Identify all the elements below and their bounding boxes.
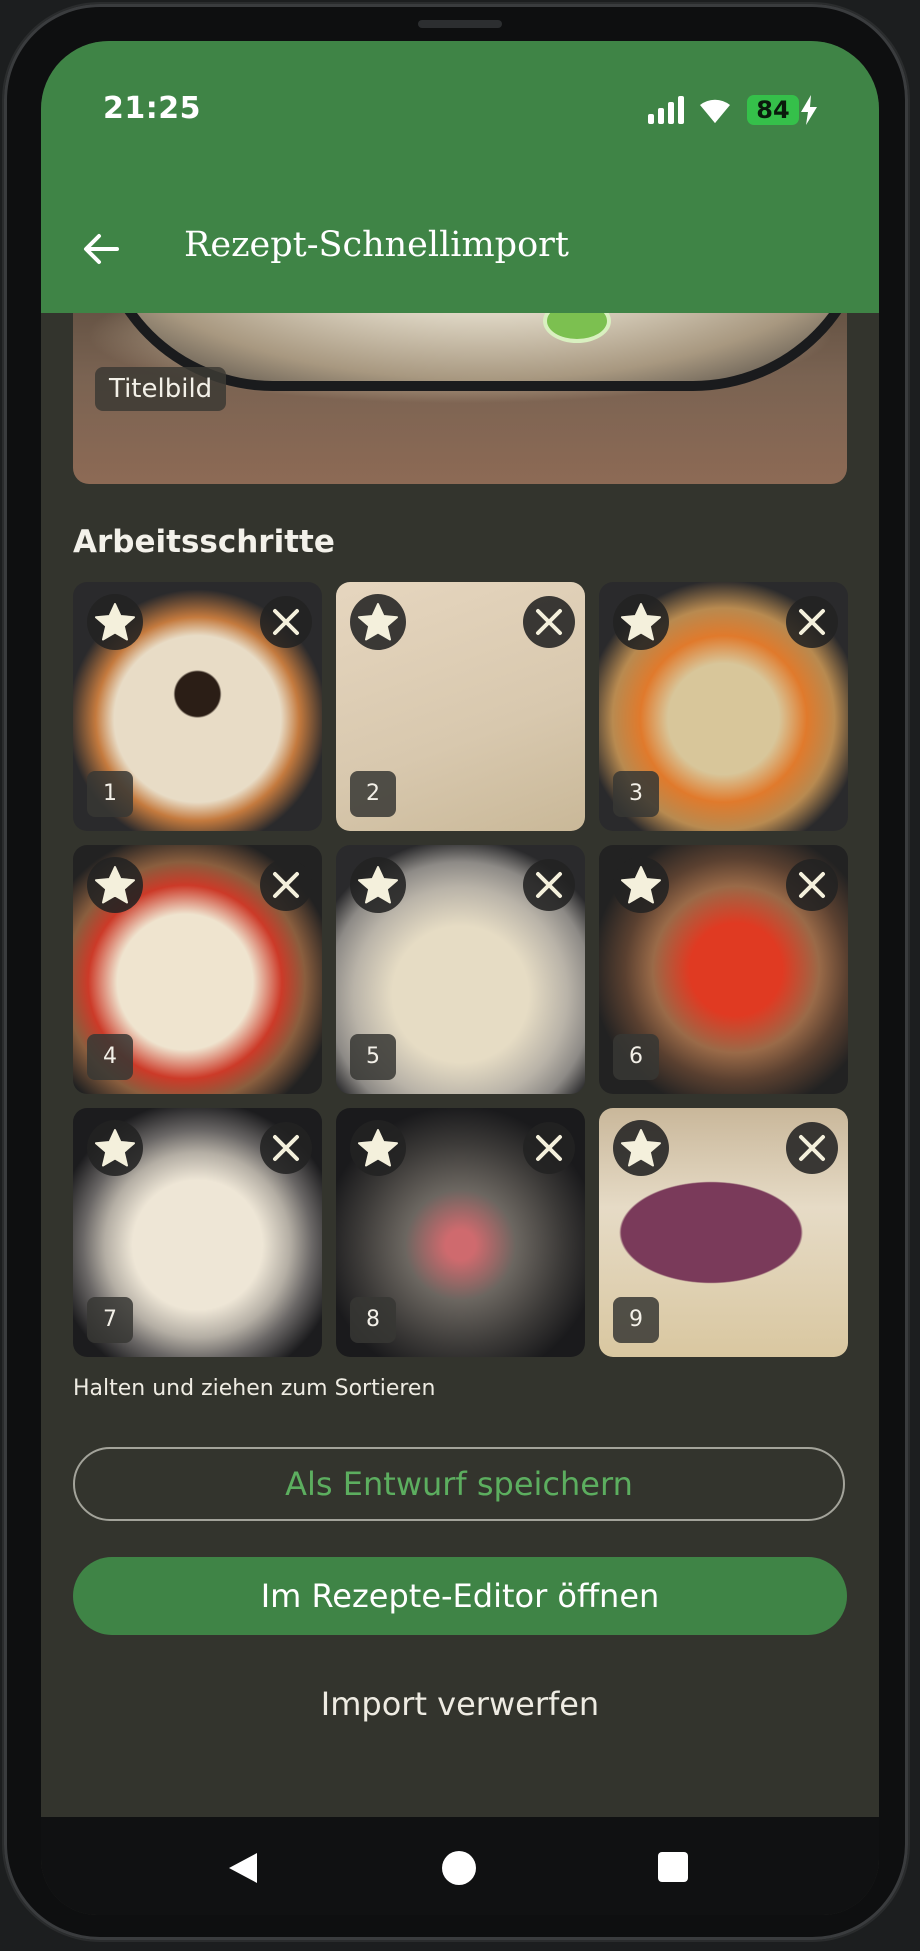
star-icon xyxy=(621,1129,661,1167)
remove-photo-button[interactable] xyxy=(786,1122,838,1174)
step-number-badge: 3 xyxy=(613,771,659,817)
set-cover-star-button[interactable] xyxy=(87,1120,143,1176)
nav-home-icon[interactable] xyxy=(442,1851,476,1885)
step-photo-tile[interactable]: 3 xyxy=(599,582,848,831)
step-number-badge: 1 xyxy=(87,771,133,817)
remove-photo-button[interactable] xyxy=(523,859,575,911)
star-icon xyxy=(95,866,135,904)
step-photo-tile[interactable]: 8 xyxy=(336,1108,585,1357)
set-cover-star-button[interactable] xyxy=(87,594,143,650)
step-photo-tile[interactable]: 2 xyxy=(336,582,585,831)
close-icon xyxy=(799,872,825,898)
phone-screen: Titelbild 21:25 84 Rezept-Schnellimport … xyxy=(41,41,879,1915)
set-cover-star-button[interactable] xyxy=(350,1120,406,1176)
step-photo-tile[interactable]: 4 xyxy=(73,845,322,1094)
star-icon xyxy=(621,866,661,904)
close-icon xyxy=(536,609,562,635)
set-cover-star-button[interactable] xyxy=(350,857,406,913)
remove-photo-button[interactable] xyxy=(786,596,838,648)
page-title: Rezept-Schnellimport xyxy=(184,225,569,265)
open-editor-button[interactable]: Im Rezepte-Editor öffnen xyxy=(73,1557,847,1635)
set-cover-star-button[interactable] xyxy=(87,857,143,913)
step-number-badge: 4 xyxy=(87,1034,133,1080)
star-icon xyxy=(358,603,398,641)
close-icon xyxy=(536,1135,562,1161)
charging-bolt-icon xyxy=(801,95,817,125)
step-photo-tile[interactable]: 7 xyxy=(73,1108,322,1357)
star-icon xyxy=(95,1129,135,1167)
step-number-badge: 7 xyxy=(87,1297,133,1343)
step-photo-tile[interactable]: 9 xyxy=(599,1108,848,1357)
step-number-badge: 8 xyxy=(350,1297,396,1343)
close-icon xyxy=(273,609,299,635)
arrow-left-icon xyxy=(84,234,119,264)
back-button[interactable] xyxy=(71,219,131,279)
close-icon xyxy=(536,872,562,898)
steps-heading: Arbeitsschritte xyxy=(73,524,335,560)
discard-import-button[interactable]: Import verwerfen xyxy=(73,1667,847,1741)
set-cover-star-button[interactable] xyxy=(613,1120,669,1176)
nav-back-icon[interactable] xyxy=(227,1851,259,1885)
wifi-icon xyxy=(700,99,730,123)
battery-icon: 84 xyxy=(747,95,799,125)
remove-photo-button[interactable] xyxy=(523,596,575,648)
step-number-badge: 2 xyxy=(350,771,396,817)
remove-photo-button[interactable] xyxy=(260,596,312,648)
step-number-badge: 9 xyxy=(613,1297,659,1343)
close-icon xyxy=(799,609,825,635)
step-number-badge: 6 xyxy=(613,1034,659,1080)
cover-image-label: Titelbild xyxy=(95,367,227,411)
star-icon xyxy=(621,603,661,641)
phone-speaker xyxy=(418,20,502,28)
signal-icon xyxy=(648,96,686,124)
star-icon xyxy=(358,1129,398,1167)
star-icon xyxy=(358,866,398,904)
set-cover-star-button[interactable] xyxy=(613,594,669,650)
close-icon xyxy=(273,872,299,898)
remove-photo-button[interactable] xyxy=(260,859,312,911)
star-icon xyxy=(95,603,135,641)
sort-hint: Halten und ziehen zum Sortieren xyxy=(73,1376,436,1401)
remove-photo-button[interactable] xyxy=(260,1122,312,1174)
nav-recents-icon[interactable] xyxy=(658,1852,688,1882)
close-icon xyxy=(799,1135,825,1161)
remove-photo-button[interactable] xyxy=(786,859,838,911)
status-time: 21:25 xyxy=(103,91,201,126)
app-bar: 21:25 84 Rezept-Schnellimport xyxy=(41,41,879,313)
step-photo-grid: 1 2 3 4 5 6 7 8 9 xyxy=(73,582,848,1357)
system-nav-bar xyxy=(41,1817,879,1915)
step-photo-tile[interactable]: 6 xyxy=(599,845,848,1094)
remove-photo-button[interactable] xyxy=(523,1122,575,1174)
set-cover-star-button[interactable] xyxy=(350,594,406,650)
step-number-badge: 5 xyxy=(350,1034,396,1080)
step-photo-tile[interactable]: 5 xyxy=(336,845,585,1094)
step-photo-tile[interactable]: 1 xyxy=(73,582,322,831)
close-icon xyxy=(273,1135,299,1161)
set-cover-star-button[interactable] xyxy=(613,857,669,913)
save-draft-button[interactable]: Als Entwurf speichern xyxy=(73,1447,845,1521)
